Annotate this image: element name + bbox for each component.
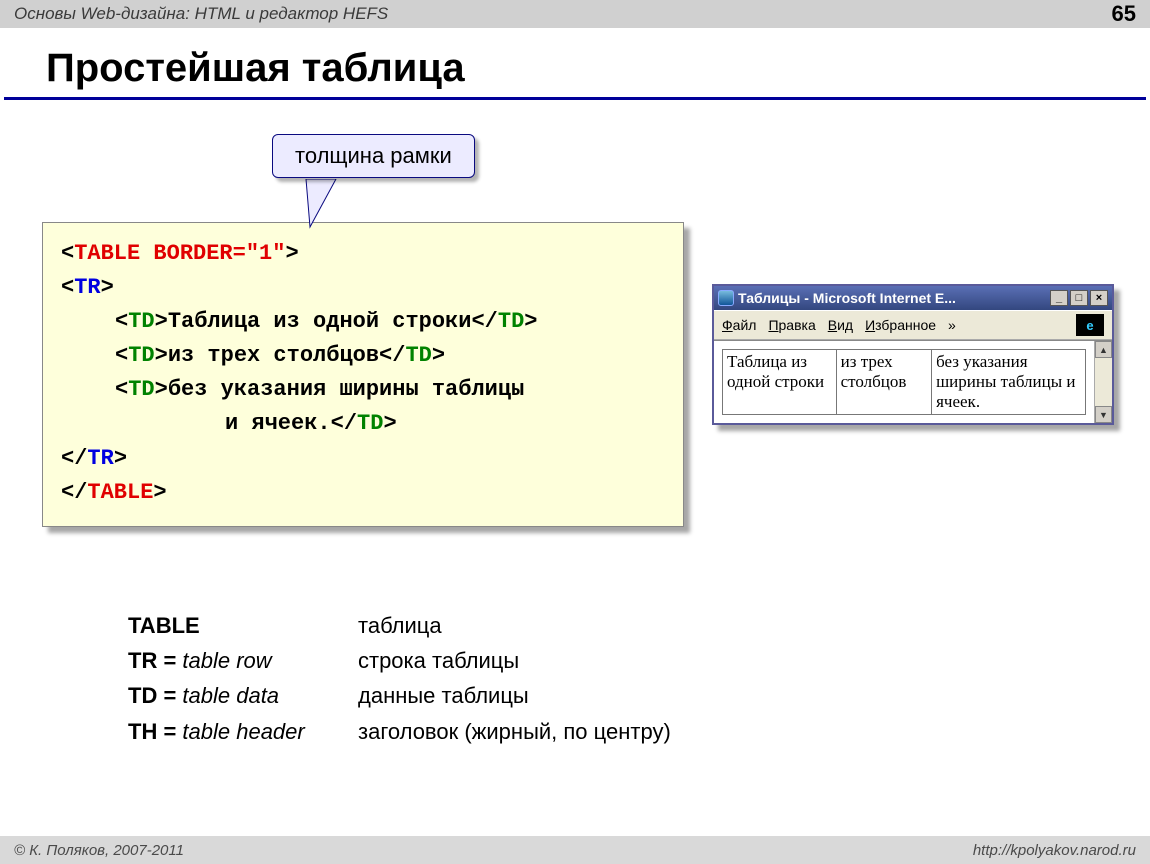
scroll-down-icon[interactable]: ▼ bbox=[1095, 406, 1112, 423]
close-icon[interactable]: × bbox=[1090, 290, 1108, 306]
rendered-cell: Таблица из одной строки bbox=[723, 350, 837, 415]
slide-header: Основы Web-дизайна: HTML и редактор HEFS… bbox=[0, 0, 1150, 28]
definitions-list: TABLE таблица TR = table row строка табл… bbox=[128, 608, 671, 749]
callout-border-width: толщина рамки bbox=[272, 134, 475, 178]
menu-file[interactable]: Файл bbox=[722, 317, 756, 333]
code-cell-3b: и ячеек. bbox=[225, 411, 331, 436]
code-tag-td: TD bbox=[128, 309, 154, 334]
code-tag-table-close: TABLE bbox=[87, 480, 153, 505]
def-desc: таблица bbox=[358, 608, 442, 643]
menu-view[interactable]: Вид bbox=[828, 317, 853, 333]
browser-preview: Таблицы - Microsoft Internet E... _ □ × … bbox=[712, 284, 1114, 425]
browser-viewport: Таблица из одной строки из трех столбцов… bbox=[714, 341, 1094, 423]
definition-row: TD = table data данные таблицы bbox=[128, 678, 671, 713]
code-cell-2: из трех столбцов bbox=[168, 343, 379, 368]
definition-row: TH = table header заголовок (жирный, по … bbox=[128, 714, 671, 749]
slide-footer: © К. Поляков, 2007-2011 http://kpolyakov… bbox=[0, 836, 1150, 864]
definition-row: TABLE таблица bbox=[128, 608, 671, 643]
browser-title-text: Таблицы - Microsoft Internet E... bbox=[738, 290, 1048, 306]
browser-titlebar: Таблицы - Microsoft Internet E... _ □ × bbox=[714, 286, 1112, 310]
def-term: TABLE bbox=[128, 608, 358, 643]
def-desc: заголовок (жирный, по центру) bbox=[358, 714, 671, 749]
rendered-cell: без указания ширины таблицы и ячеек. bbox=[932, 350, 1086, 415]
ie-icon bbox=[718, 290, 734, 306]
maximize-icon[interactable]: □ bbox=[1070, 290, 1088, 306]
definition-row: TR = table row строка таблицы bbox=[128, 643, 671, 678]
code-listing: <TABLE BORDER="1"> <TR> <TD>Таблица из о… bbox=[42, 222, 684, 527]
rendered-table: Таблица из одной строки из трех столбцов… bbox=[722, 349, 1086, 415]
scrollbar[interactable]: ▲ ▼ bbox=[1094, 341, 1112, 423]
footer-author: © К. Поляков, 2007-2011 bbox=[14, 842, 184, 859]
footer-url: http://kpolyakov.narod.ru bbox=[973, 842, 1136, 859]
def-term: TD = table data bbox=[128, 678, 358, 713]
header-title: Основы Web-дизайна: HTML и редактор HEFS bbox=[14, 4, 388, 24]
rendered-cell: из трех столбцов bbox=[836, 350, 931, 415]
page-number: 65 bbox=[1112, 1, 1136, 27]
slide-title: Простейшая таблица bbox=[4, 28, 1146, 100]
ie-flag-icon: e bbox=[1076, 314, 1104, 336]
menu-more[interactable]: » bbox=[948, 317, 956, 333]
menu-edit[interactable]: Правка bbox=[768, 317, 815, 333]
code-cell-1: Таблица из одной строки bbox=[168, 309, 472, 334]
scroll-up-icon[interactable]: ▲ bbox=[1095, 341, 1112, 358]
code-tag-table: TABLE BORDER="1" bbox=[74, 241, 285, 266]
def-term: TR = table row bbox=[128, 643, 358, 678]
menu-favorites[interactable]: Избранное bbox=[865, 317, 936, 333]
minimize-icon[interactable]: _ bbox=[1050, 290, 1068, 306]
def-desc: данные таблицы bbox=[358, 678, 529, 713]
browser-menubar: Файл Правка Вид Избранное » e bbox=[714, 310, 1112, 340]
code-tag-tr: TR bbox=[74, 275, 100, 300]
def-term: TH = table header bbox=[128, 714, 358, 749]
def-desc: строка таблицы bbox=[358, 643, 519, 678]
code-cell-3a: без указания ширины таблицы bbox=[168, 377, 524, 402]
